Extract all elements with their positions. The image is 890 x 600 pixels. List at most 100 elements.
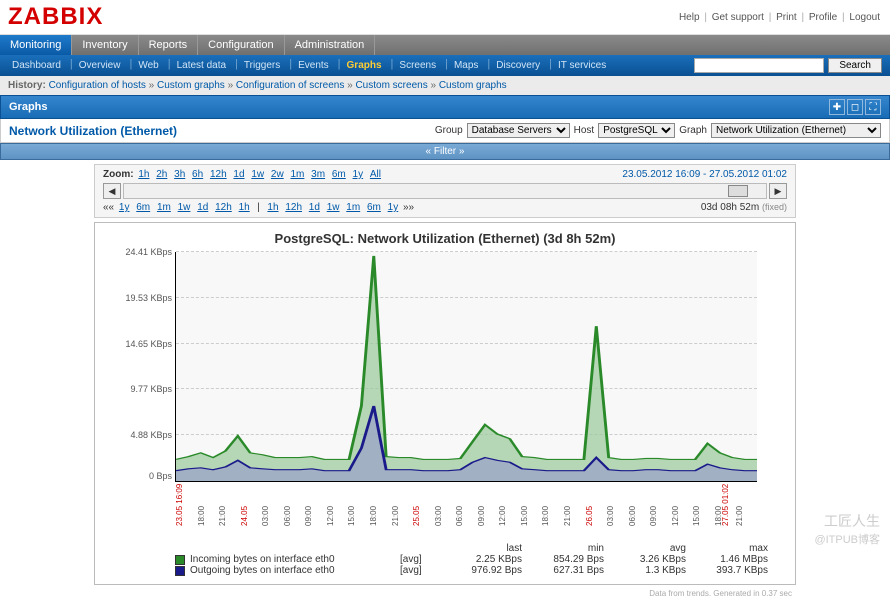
nav-l-6m[interactable]: 6m xyxy=(136,202,150,213)
tab-inventory[interactable]: Inventory xyxy=(72,35,138,55)
nav-l-1d[interactable]: 1d xyxy=(197,202,208,213)
legend-row: Outgoing bytes on interface eth0 [avg] 9… xyxy=(175,565,787,576)
x-tick: 12:00 xyxy=(326,506,335,526)
tab-reports[interactable]: Reports xyxy=(139,35,199,55)
x-tick: 09:00 xyxy=(477,506,486,526)
graph-select[interactable]: Network Utilization (Ethernet) xyxy=(711,123,881,138)
host-select[interactable]: PostgreSQL xyxy=(598,123,675,138)
history-link[interactable]: Custom graphs xyxy=(439,80,507,91)
legend-row: Incoming bytes on interface eth0 [avg] 2… xyxy=(175,554,787,565)
history-link[interactable]: Custom graphs xyxy=(157,80,225,91)
search-button[interactable]: Search xyxy=(828,58,882,73)
zoom-1d[interactable]: 1d xyxy=(233,169,244,180)
scroll-handle[interactable] xyxy=(728,185,748,197)
legend-swatch xyxy=(175,566,185,576)
tab-monitoring[interactable]: Monitoring xyxy=(0,35,72,55)
header-links: Help | Get support | Print | Profile | L… xyxy=(677,12,882,23)
sub-discovery[interactable]: Discovery xyxy=(492,58,544,73)
profile-link[interactable]: Profile xyxy=(809,12,837,23)
zoom-2h[interactable]: 2h xyxy=(156,169,167,180)
x-tick: 24.05 xyxy=(240,506,249,526)
nav-l-12h[interactable]: 12h xyxy=(215,202,232,213)
sub-overview[interactable]: Overview xyxy=(75,58,125,73)
zoom-1w[interactable]: 1w xyxy=(251,169,264,180)
history-link[interactable]: Custom screens xyxy=(355,80,427,91)
x-tick: 21:00 xyxy=(735,506,744,526)
logout-link[interactable]: Logout xyxy=(849,12,880,23)
sub-latest-data[interactable]: Latest data xyxy=(173,58,230,73)
x-tick: 25.05 xyxy=(412,506,421,526)
tab-administration[interactable]: Administration xyxy=(285,35,376,55)
x-tick: 09:00 xyxy=(304,506,313,526)
sub-it-services[interactable]: IT services xyxy=(554,58,610,73)
add-favorite-icon[interactable]: ✚ xyxy=(829,99,845,115)
legend-col: last xyxy=(440,543,522,554)
nav-l-1h[interactable]: 1h xyxy=(239,202,250,213)
nav-right-fast: »» xyxy=(403,202,414,213)
scroll-left-icon[interactable]: ◀ xyxy=(103,183,121,199)
zoom-12h[interactable]: 12h xyxy=(210,169,227,180)
nav-l-1m[interactable]: 1m xyxy=(157,202,171,213)
tab-configuration[interactable]: Configuration xyxy=(198,35,284,55)
nav-r-12h[interactable]: 12h xyxy=(285,202,302,213)
nav-r-1y[interactable]: 1y xyxy=(388,202,399,213)
legend-col: min xyxy=(522,543,604,554)
zoom-3m[interactable]: 3m xyxy=(311,169,325,180)
scroll-right-icon[interactable]: ▶ xyxy=(769,183,787,199)
zoom-6m[interactable]: 6m xyxy=(332,169,346,180)
sub-triggers[interactable]: Triggers xyxy=(240,58,284,73)
history-link[interactable]: Configuration of screens xyxy=(236,80,344,91)
nav-r-1h[interactable]: 1h xyxy=(267,202,278,213)
sub-events[interactable]: Events xyxy=(294,58,333,73)
x-tick: 15:00 xyxy=(347,506,356,526)
x-axis: 23.05 16:09 27.05 01:02 18:0021:0024.050… xyxy=(175,482,757,537)
nav-r-6m[interactable]: 6m xyxy=(367,202,381,213)
page-title: Graphs xyxy=(9,101,48,113)
fullscreen-icon[interactable]: ⛶ xyxy=(865,99,881,115)
filter-row: Network Utilization (Ethernet) Group Dat… xyxy=(0,119,890,143)
zoom-2w[interactable]: 2w xyxy=(271,169,284,180)
x-tick: 09:00 xyxy=(649,506,658,526)
nav-r-1m[interactable]: 1m xyxy=(346,202,360,213)
nav-l-1y[interactable]: 1y xyxy=(119,202,130,213)
zoom-1m[interactable]: 1m xyxy=(290,169,304,180)
zoom-3h[interactable]: 3h xyxy=(174,169,185,180)
y-tick: 24.41 KBps xyxy=(125,247,172,257)
sub-dashboard[interactable]: Dashboard xyxy=(8,58,65,73)
history-link[interactable]: Configuration of hosts xyxy=(49,80,146,91)
chart-plot[interactable]: 0 Bps 4.88 KBps 9.77 KBps 14.65 KBps 19.… xyxy=(175,252,757,482)
search-input[interactable] xyxy=(694,58,824,73)
zoom-all[interactable]: All xyxy=(370,169,381,180)
zoom-6h[interactable]: 6h xyxy=(192,169,203,180)
submenu: Dashboard| Overview| Web| Latest data| T… xyxy=(0,55,890,76)
x-tick: 15:00 xyxy=(692,506,701,526)
x-tick: 18:00 xyxy=(197,506,206,526)
nav-r-1d[interactable]: 1d xyxy=(309,202,320,213)
sub-maps[interactable]: Maps xyxy=(450,58,482,73)
chart-title: PostgreSQL: Network Utilization (Etherne… xyxy=(103,231,787,246)
x-tick: 21:00 xyxy=(391,506,400,526)
logo: ZABBIX xyxy=(8,3,103,31)
host-label: Host xyxy=(574,125,595,136)
reset-icon[interactable]: ◻ xyxy=(847,99,863,115)
x-tick: 18:00 xyxy=(714,506,723,526)
time-scrollbar[interactable] xyxy=(123,183,767,199)
support-link[interactable]: Get support xyxy=(712,12,764,23)
sub-graphs[interactable]: Graphs xyxy=(343,58,386,73)
print-link[interactable]: Print xyxy=(776,12,797,23)
zoom-1y[interactable]: 1y xyxy=(353,169,364,180)
graph-label: Graph xyxy=(679,125,707,136)
x-tick: 18:00 xyxy=(369,506,378,526)
x-tick: 23.05 16:09 xyxy=(175,484,184,526)
help-link[interactable]: Help xyxy=(679,12,700,23)
sub-web[interactable]: Web xyxy=(134,58,162,73)
fixed-label[interactable]: (fixed) xyxy=(762,202,787,212)
zoom-1h[interactable]: 1h xyxy=(138,169,149,180)
nav-r-1w[interactable]: 1w xyxy=(327,202,340,213)
x-tick: 21:00 xyxy=(563,506,572,526)
duration: 03d 08h 52m xyxy=(701,202,759,213)
nav-l-1w[interactable]: 1w xyxy=(178,202,191,213)
group-select[interactable]: Database Servers xyxy=(467,123,570,138)
sub-screens[interactable]: Screens xyxy=(395,58,440,73)
filter-toggle[interactable]: « Filter » xyxy=(0,143,890,160)
